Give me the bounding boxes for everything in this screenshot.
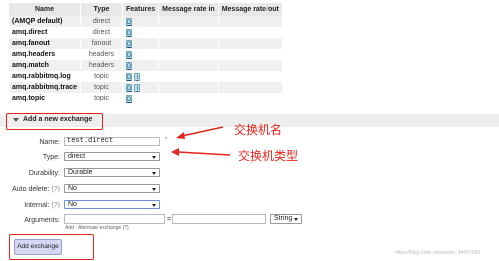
annotation-exchange-type: 交换机类型 <box>238 149 299 163</box>
watermark: https://blog.csdn.net/weixin_44497080 <box>395 250 481 256</box>
annotation-exchange-name: 交换机名 <box>234 123 283 137</box>
type-arrow <box>177 151 231 156</box>
name-arrowhead <box>176 132 185 139</box>
name-arrow <box>181 126 224 137</box>
type-arrowhead <box>171 148 179 156</box>
